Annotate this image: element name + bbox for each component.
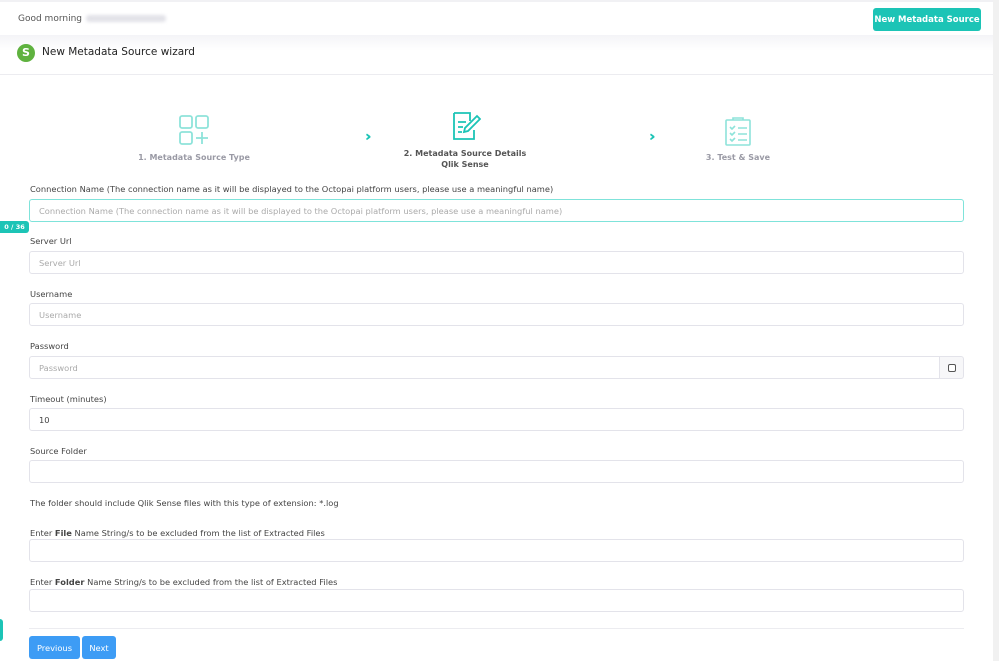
- step-2-sublabel: Qlik Sense: [441, 160, 489, 169]
- new-metadata-source-button[interactable]: New Metadata Source: [873, 8, 981, 31]
- step-3[interactable]: 3. Test & Save: [678, 116, 798, 163]
- connection-name-input[interactable]: [29, 199, 964, 222]
- chevron-right-icon: ››: [649, 129, 654, 145]
- chevron-right-icon: ››: [365, 129, 370, 145]
- exclude-folder-label: Enter Folder Name String/s to be exclude…: [30, 577, 337, 587]
- wizard-titlebar: S New Metadata Source wizard: [0, 35, 993, 75]
- checkbox-icon: [948, 364, 956, 372]
- exclude-file-label: Enter File Name String/s to be excluded …: [30, 528, 325, 538]
- grid-plus-icon: [179, 115, 209, 145]
- clipboard-checklist-icon: [725, 117, 751, 146]
- top-header: Good morning New Metadata Source: [0, 0, 993, 35]
- exclude-file-input[interactable]: [29, 539, 964, 562]
- connection-name-label: Connection Name (The connection name as …: [30, 184, 554, 194]
- blurred-username: [86, 15, 166, 22]
- previous-button[interactable]: Previous: [29, 636, 80, 659]
- label-part: Enter: [30, 577, 55, 587]
- qlik-logo-icon: S: [17, 44, 35, 62]
- greeting: Good morning: [18, 14, 166, 24]
- username-input[interactable]: [29, 303, 964, 326]
- step-2[interactable]: 2. Metadata Source Details Qlik Sense: [400, 110, 530, 170]
- next-button[interactable]: Next: [82, 636, 116, 659]
- timeout-input[interactable]: [29, 408, 964, 431]
- label-part: Name String/s to be excluded from the li…: [71, 528, 325, 538]
- password-input[interactable]: [29, 356, 940, 379]
- divider: [29, 628, 964, 629]
- source-folder-input[interactable]: [29, 460, 964, 483]
- scrollbar[interactable]: [993, 0, 999, 661]
- step-1-label: 1. Metadata Source Type: [138, 153, 250, 162]
- step-1[interactable]: 1. Metadata Source Type: [134, 114, 254, 163]
- source-folder-help: The folder should include Qlik Sense fil…: [30, 498, 339, 508]
- password-label: Password: [30, 341, 69, 351]
- step-2-label: 2. Metadata Source Details: [403, 149, 527, 158]
- source-folder-label: Source Folder: [30, 446, 87, 456]
- exclude-folder-input[interactable]: [29, 589, 964, 612]
- username-label: Username: [30, 289, 73, 299]
- label-part: Enter: [30, 528, 55, 538]
- label-bold: File: [54, 528, 72, 538]
- label-part: Name String/s to be excluded from the li…: [84, 577, 338, 587]
- show-password-toggle[interactable]: [939, 356, 964, 379]
- greeting-text: Good morning: [18, 14, 82, 24]
- character-counter-badge: 0 / 36: [0, 221, 29, 233]
- timeout-label: Timeout (minutes): [30, 394, 107, 404]
- step-3-label: 3. Test & Save: [705, 153, 771, 162]
- side-tab[interactable]: [0, 619, 3, 641]
- server-url-label: Server Url: [30, 236, 72, 246]
- edit-document-icon: [453, 112, 481, 140]
- label-bold: Folder: [54, 577, 85, 587]
- server-url-input[interactable]: [29, 251, 964, 274]
- page-title: New Metadata Source wizard: [42, 46, 195, 58]
